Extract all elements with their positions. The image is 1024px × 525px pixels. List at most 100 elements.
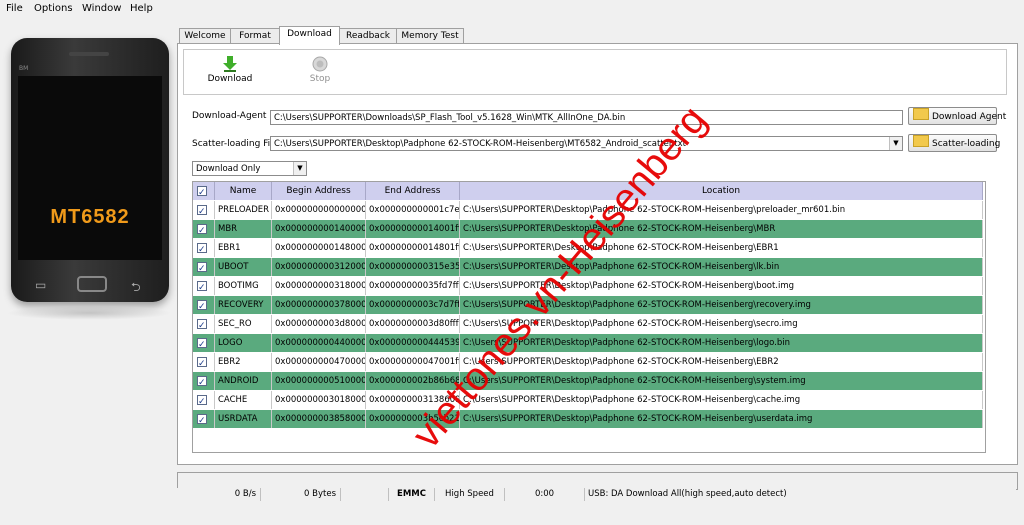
begin-address: 0x0000000005100000 xyxy=(272,372,366,390)
partition-name: ANDROID xyxy=(215,372,272,390)
download-arrow-icon xyxy=(223,56,237,72)
tab-format[interactable]: Format xyxy=(230,28,280,44)
row-checkbox-cell[interactable] xyxy=(193,201,215,219)
partition-name: CACHE xyxy=(215,391,272,409)
table-row[interactable]: LOGO0x00000000044000000x000000000444539b… xyxy=(193,334,983,352)
select-all-checkbox[interactable] xyxy=(197,184,207,202)
row-checkbox[interactable] xyxy=(197,412,207,428)
partition-location: C:\Users\SUPPORTER\Desktop\Padphone 62-S… xyxy=(460,391,983,409)
tab-readback[interactable]: Readback xyxy=(339,28,397,44)
select-all-checkbox-cell[interactable] xyxy=(193,182,215,202)
table-row[interactable]: CACHE0x00000000301800000x000000003138609… xyxy=(193,391,983,409)
tab-download[interactable]: Download xyxy=(279,26,340,45)
row-checkbox[interactable] xyxy=(197,336,207,352)
row-checkbox-cell[interactable] xyxy=(193,372,215,390)
table-row[interactable]: RECOVERY0x00000000037800000x0000000003c7… xyxy=(193,296,983,314)
scatter-loading-field[interactable]: C:\Users\SUPPORTER\Desktop\Padphone 62-S… xyxy=(270,136,903,151)
begin-address: 0x0000000004400000 xyxy=(272,334,366,352)
end-address: 0x00000000014801ff xyxy=(366,239,460,257)
menu-options[interactable]: Options xyxy=(34,3,73,14)
partition-name: PRELOADER xyxy=(215,201,272,219)
scatter-loading-button[interactable]: Scatter-loading xyxy=(908,134,1000,152)
begin-address: 0x0000000003120000 xyxy=(272,258,366,276)
download-agent-button[interactable]: Download Agent xyxy=(908,107,1006,125)
download-agent-label: Download-Agent xyxy=(192,111,267,121)
menu-file[interactable]: File xyxy=(6,3,23,14)
end-address: 0x000000000444539b xyxy=(366,334,460,352)
row-checkbox-cell[interactable] xyxy=(193,315,215,333)
begin-address: 0x0000000000000000 xyxy=(272,201,366,219)
toolbar: Download Stop xyxy=(183,49,1007,95)
begin-address: 0x0000000001400000 xyxy=(272,220,366,238)
row-checkbox[interactable] xyxy=(197,279,207,295)
status-usb-speed: High Speed xyxy=(435,488,505,501)
table-row[interactable]: USRDATA0x00000000385800000x000000003b5cb… xyxy=(193,410,983,428)
begin-address: 0x0000000003780000 xyxy=(272,296,366,314)
row-checkbox[interactable] xyxy=(197,393,207,409)
begin-address: 0x0000000038580000 xyxy=(272,410,366,428)
partition-location: C:\Users\SUPPORTER\Desktop\Padphone 62-S… xyxy=(460,353,983,371)
partition-name: EBR2 xyxy=(215,353,272,371)
download-label: Download xyxy=(207,74,253,84)
status-time: 0:00 xyxy=(505,488,585,501)
table-row[interactable]: ANDROID0x00000000051000000x000000002b86b… xyxy=(193,372,983,390)
chevron-down-icon[interactable]: ▼ xyxy=(889,137,902,150)
tab-welcome[interactable]: Welcome xyxy=(179,28,231,44)
row-checkbox[interactable] xyxy=(197,317,207,333)
menu-window[interactable]: Window xyxy=(82,3,121,14)
row-checkbox[interactable] xyxy=(197,203,207,219)
stop-button[interactable]: Stop xyxy=(300,56,340,84)
row-checkbox-cell[interactable] xyxy=(193,353,215,371)
row-checkbox-cell[interactable] xyxy=(193,277,215,295)
download-agent-button-label: Download Agent xyxy=(932,112,1007,122)
end-address: 0x000000000001c7ef xyxy=(366,201,460,219)
begin-address: 0x0000000030180000 xyxy=(272,391,366,409)
scatter-loading-value: C:\Users\SUPPORTER\Desktop\Padphone 62-S… xyxy=(274,139,687,149)
partition-location: C:\Users\SUPPORTER\Desktop\Padphone 62-S… xyxy=(460,220,983,238)
menu-help[interactable]: Help xyxy=(130,3,153,14)
row-checkbox-cell[interactable] xyxy=(193,239,215,257)
table-row[interactable]: EBR20x00000000047000000x00000000047001ff… xyxy=(193,353,983,371)
partition-name: RECOVERY xyxy=(215,296,272,314)
phone-speaker xyxy=(69,52,109,56)
row-checkbox-cell[interactable] xyxy=(193,410,215,428)
end-address: 0x0000000003d80fff xyxy=(366,315,460,333)
begin-address: 0x0000000003d80000 xyxy=(272,315,366,333)
row-checkbox-cell[interactable] xyxy=(193,391,215,409)
row-checkbox[interactable] xyxy=(197,374,207,390)
download-agent-field[interactable]: C:\Users\SUPPORTER\Downloads\SP_Flash_To… xyxy=(270,110,903,125)
begin-address: 0x0000000004700000 xyxy=(272,353,366,371)
end-address: 0x00000000047001ff xyxy=(366,353,460,371)
end-address: 0x0000000003c7d7ff xyxy=(366,296,460,314)
column-name: Name xyxy=(215,182,272,200)
end-address: 0x000000000315e35b xyxy=(366,258,460,276)
partition-location: C:\Users\SUPPORTER\Desktop\Padphone 62-S… xyxy=(460,372,983,390)
row-checkbox[interactable] xyxy=(197,355,207,371)
row-checkbox-cell[interactable] xyxy=(193,296,215,314)
phone-reflection xyxy=(6,306,172,320)
row-checkbox[interactable] xyxy=(197,241,207,257)
row-checkbox[interactable] xyxy=(197,298,207,314)
mode-select[interactable]: Download Only ▼ xyxy=(192,161,307,176)
chip-label: MT6582 xyxy=(50,206,130,228)
phone-screen: MT6582 xyxy=(18,76,162,260)
partition-name: BOOTIMG xyxy=(215,277,272,295)
download-button[interactable]: Download xyxy=(206,56,254,84)
table-row[interactable]: BOOTIMG0x00000000031800000x00000000035fd… xyxy=(193,277,983,295)
row-checkbox-cell[interactable] xyxy=(193,258,215,276)
row-checkbox-cell[interactable] xyxy=(193,220,215,238)
home-button-icon xyxy=(77,276,107,292)
row-checkbox[interactable] xyxy=(197,222,207,238)
partition-name: EBR1 xyxy=(215,239,272,257)
partition-name: SEC_RO xyxy=(215,315,272,333)
partition-name: LOGO xyxy=(215,334,272,352)
begin-address: 0x0000000003180000 xyxy=(272,277,366,295)
row-checkbox[interactable] xyxy=(197,260,207,276)
status-bytes: 0 Bytes xyxy=(261,488,341,501)
partition-location: C:\Users\SUPPORTER\Desktop\Padphone 62-S… xyxy=(460,410,983,428)
mode-select-value: Download Only xyxy=(196,164,261,174)
chevron-down-icon[interactable]: ▼ xyxy=(293,162,306,175)
tab-memory-test[interactable]: Memory Test xyxy=(396,28,464,44)
row-checkbox-cell[interactable] xyxy=(193,334,215,352)
table-row[interactable]: SEC_RO0x0000000003d800000x0000000003d80f… xyxy=(193,315,983,333)
